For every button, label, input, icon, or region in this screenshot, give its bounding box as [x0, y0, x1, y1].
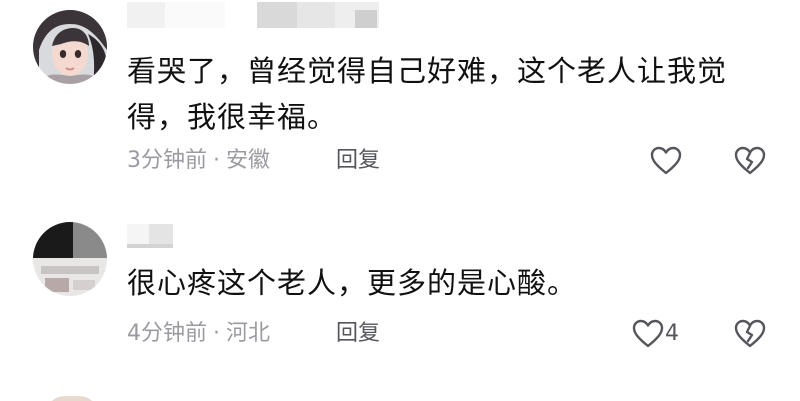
comment-time: 3分钟前 — [127, 148, 207, 173]
dislike-button[interactable] — [734, 319, 768, 349]
next-comment-avatar[interactable] — [45, 396, 99, 401]
broken-heart-icon — [734, 146, 766, 175]
comment-text: 看哭了，曾经觉得自己好难，这个老人让我觉得，我很幸福。 — [127, 54, 728, 134]
like-button[interactable] — [632, 319, 666, 349]
comment-meta: 3分钟前 · 安徽 — [127, 146, 270, 176]
username-blurred[interactable] — [127, 224, 387, 250]
username-blurred[interactable] — [127, 2, 387, 28]
user-avatar-icon[interactable] — [33, 10, 107, 84]
reply-button[interactable]: 回复 — [336, 146, 380, 176]
user-avatar-icon[interactable] — [33, 222, 107, 296]
heart-outline-icon — [632, 319, 664, 348]
comment-time: 4分钟前 — [127, 321, 207, 346]
comment-meta: 4分钟前 · 河北 — [127, 319, 270, 349]
comment-text: 很心疼这个老人，更多的是心酸。 — [127, 266, 578, 300]
dislike-button[interactable] — [734, 146, 768, 176]
comment-location: 安徽 — [226, 148, 271, 173]
comment-list: 看哭了，曾经觉得自己好难，这个老人让我觉得，我很幸福。 3分钟前·安徽 回复 — [0, 0, 800, 401]
like-count: 4 — [665, 321, 679, 346]
comment-location: 河北 — [226, 321, 271, 346]
like-button[interactable] — [650, 146, 684, 176]
broken-heart-icon — [734, 319, 766, 348]
meta-separator: · — [213, 321, 220, 346]
meta-separator: · — [213, 148, 220, 173]
reply-button[interactable]: 回复 — [336, 319, 380, 349]
heart-outline-icon — [650, 146, 682, 175]
